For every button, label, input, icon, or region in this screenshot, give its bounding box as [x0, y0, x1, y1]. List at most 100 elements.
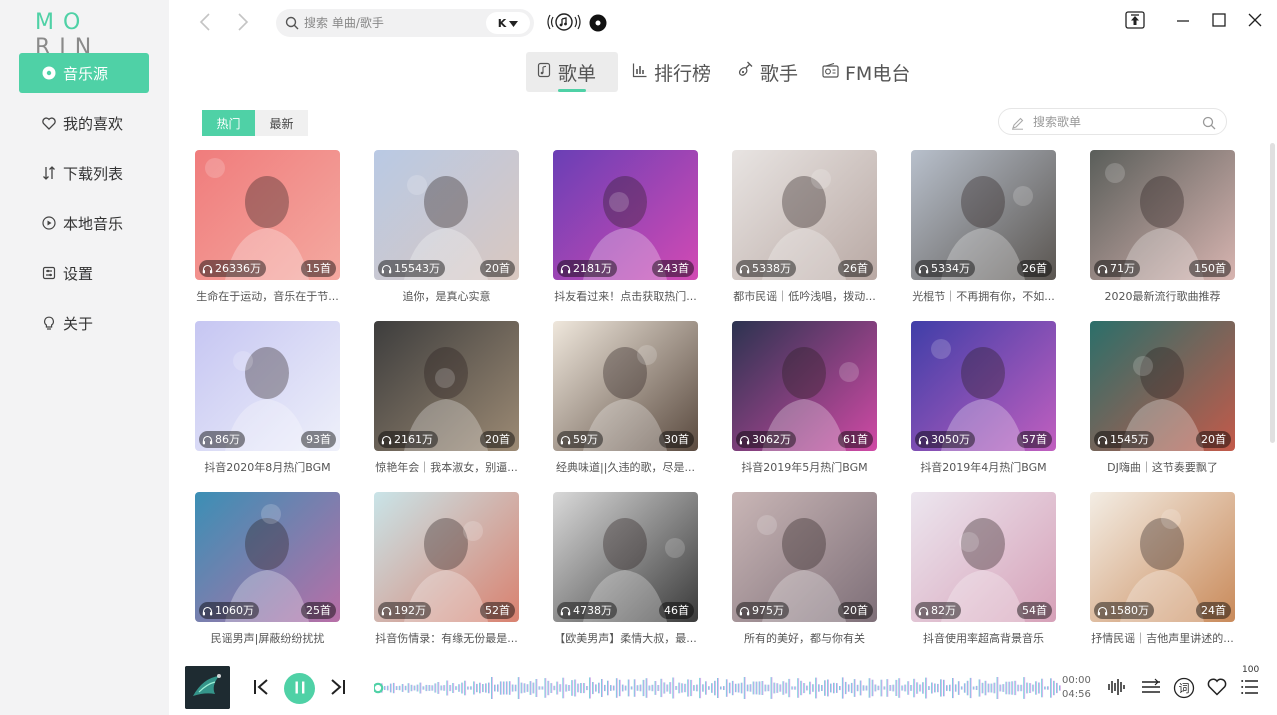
- playlist-card[interactable]: 82万 54首抖音使用率超高背景音乐: [911, 492, 1056, 646]
- play-count-badge: 1060万: [199, 602, 259, 619]
- track-count-badge: 25首: [301, 602, 336, 619]
- previous-track-icon[interactable]: [252, 678, 270, 700]
- playlist-card[interactable]: 2181万 243首抖友看过来！点击获取热门...: [553, 150, 698, 304]
- playlist-card[interactable]: 1545万 20首 DJ嗨曲｜这节奏要飘了: [1090, 321, 1235, 475]
- playlist-title[interactable]: 抖音伤情录：有缘无份最是...: [374, 630, 519, 646]
- playlist-card[interactable]: 5334万 26首光棍节｜不再拥有你，不如...: [911, 150, 1056, 304]
- playlist-title[interactable]: 2020最新流行歌曲推荐: [1090, 288, 1235, 304]
- search-input[interactable]: [304, 13, 474, 33]
- sidebar-item-favorites[interactable]: 我的喜欢: [19, 103, 149, 143]
- track-count-badge: 20首: [480, 260, 515, 277]
- playlist-card[interactable]: 1060万 25首民谣男声|屏蔽纷纷扰扰: [195, 492, 340, 646]
- tab-artists[interactable]: 歌手: [728, 52, 808, 92]
- playlist-queue-icon[interactable]: [1141, 678, 1161, 700]
- maximize-icon[interactable]: [1208, 9, 1230, 31]
- search-icon[interactable]: [1202, 115, 1216, 134]
- waveform-bar: [523, 683, 526, 693]
- volume-list-icon[interactable]: [1241, 678, 1259, 700]
- source-selector[interactable]: K: [486, 12, 530, 34]
- playlist-cover[interactable]: 5338万 26首: [732, 150, 877, 280]
- playlist-cover[interactable]: 71万 150首: [1090, 150, 1235, 280]
- waveform-bar: [940, 679, 942, 697]
- playlist-title[interactable]: 【欧美男声】柔情大叔，最...: [553, 630, 698, 646]
- playlist-cover[interactable]: 1580万 24首: [1090, 492, 1235, 622]
- track-count-badge: 243首: [652, 260, 694, 277]
- tab-playlists[interactable]: 歌单: [526, 52, 618, 92]
- equalizer-icon[interactable]: [1107, 678, 1127, 700]
- playlist-title[interactable]: 民谣男声|屏蔽纷纷扰扰: [195, 630, 340, 646]
- close-icon[interactable]: [1244, 9, 1266, 31]
- playlist-card[interactable]: 59万 30首经典味道||久违的歌，尽是...: [553, 321, 698, 475]
- waveform-bar: [815, 677, 818, 699]
- lyrics-icon[interactable]: 词: [1173, 677, 1195, 703]
- playlist-card[interactable]: 15543万 20首追你，是真心实意: [374, 150, 519, 304]
- filter-new-button[interactable]: 最新: [255, 110, 308, 136]
- playlist-card[interactable]: 1580万 24首抒情民谣｜吉他声里讲述的...: [1090, 492, 1235, 646]
- playlist-cover[interactable]: 1060万 25首: [195, 492, 340, 622]
- playlist-card[interactable]: 2161万 20首惊艳年会｜我本淑女，别逼...: [374, 321, 519, 475]
- playlist-cover[interactable]: 59万 30首: [553, 321, 698, 451]
- playlist-title[interactable]: 抖音2020年8月热门BGM: [195, 459, 340, 475]
- filter-hot-button[interactable]: 热门: [202, 110, 255, 136]
- playlist-cover[interactable]: 15543万 20首: [374, 150, 519, 280]
- playlist-cover[interactable]: 5334万 26首: [911, 150, 1056, 280]
- playlist-search-input[interactable]: [1033, 113, 1193, 131]
- record-icon[interactable]: [589, 14, 607, 36]
- pin-top-icon[interactable]: [1124, 9, 1146, 31]
- playlist-title[interactable]: 光棍节｜不再拥有你，不如...: [911, 288, 1056, 304]
- playlist-title[interactable]: 经典味道||久违的歌，尽是...: [553, 459, 698, 475]
- playlist-card[interactable]: 26336万 15首生命在于运动，音乐在于节...: [195, 150, 340, 304]
- playlist-title[interactable]: 抖友看过来！点击获取热门...: [553, 288, 698, 304]
- music-recognition-icon[interactable]: [547, 10, 581, 38]
- sidebar-item-downloads[interactable]: 下载列表: [19, 153, 149, 193]
- playlist-title[interactable]: 都市民谣｜低吟浅唱，拨动...: [732, 288, 877, 304]
- playlist-card[interactable]: 4738万 46首【欧美男声】柔情大叔，最...: [553, 492, 698, 646]
- forward-arrow-icon[interactable]: [230, 10, 254, 34]
- playlist-cover[interactable]: 82万 54首: [911, 492, 1056, 622]
- sidebar-item-local-music[interactable]: 本地音乐: [19, 203, 149, 243]
- playlist-cover[interactable]: 86万 93首: [195, 321, 340, 451]
- playlist-title[interactable]: 生命在于运动，音乐在于节...: [195, 288, 340, 304]
- playlist-title[interactable]: 惊艳年会｜我本淑女，别逼...: [374, 459, 519, 475]
- playlist-cover[interactable]: 975万 20首: [732, 492, 877, 622]
- playlist-card[interactable]: 5338万 26首都市民谣｜低吟浅唱，拨动...: [732, 150, 877, 304]
- minimize-icon[interactable]: [1172, 9, 1194, 31]
- back-arrow-icon[interactable]: [194, 10, 218, 34]
- heart-icon[interactable]: [1207, 678, 1227, 700]
- waveform-bar: [663, 682, 666, 694]
- next-track-icon[interactable]: [329, 678, 347, 700]
- playlist-title[interactable]: 追你，是真心实意: [374, 288, 519, 304]
- sidebar-item-music-source[interactable]: 音乐源: [19, 53, 149, 93]
- sidebar-item-about[interactable]: 关于: [19, 303, 149, 343]
- playlist-cover[interactable]: 2161万 20首: [374, 321, 519, 451]
- playlist-title[interactable]: 抖音2019年4月热门BGM: [911, 459, 1056, 475]
- pause-button[interactable]: [284, 673, 315, 704]
- now-playing-cover[interactable]: [185, 666, 230, 709]
- playlist-cover[interactable]: 2181万 243首: [553, 150, 698, 280]
- playlist-card[interactable]: 86万 93首抖音2020年8月热门BGM: [195, 321, 340, 475]
- playlist-card[interactable]: 3050万 57首抖音2019年4月热门BGM: [911, 321, 1056, 475]
- tab-charts[interactable]: 排行榜: [622, 52, 721, 92]
- scrollbar-thumb[interactable]: [1270, 143, 1275, 443]
- playlist-card[interactable]: 3062万 61首抖音2019年5月热门BGM: [732, 321, 877, 475]
- playlist-card[interactable]: 71万 150首 2020最新流行歌曲推荐: [1090, 150, 1235, 304]
- sidebar-item-settings[interactable]: 设置: [19, 253, 149, 293]
- playlist-title[interactable]: 所有的美好，都与你有关: [732, 630, 877, 646]
- playlist-cover[interactable]: 3050万 57首: [911, 321, 1056, 451]
- waveform-progress[interactable]: [374, 674, 1064, 702]
- playlist-title[interactable]: 抒情民谣｜吉他声里讲述的...: [1090, 630, 1235, 646]
- waveform-bar: [645, 678, 648, 698]
- playlist-cover[interactable]: 192万 52首: [374, 492, 519, 622]
- playlist-card[interactable]: 975万 20首所有的美好，都与你有关: [732, 492, 877, 646]
- playlist-title[interactable]: DJ嗨曲｜这节奏要飘了: [1090, 459, 1235, 475]
- playlist-cover[interactable]: 3062万 61首: [732, 321, 877, 451]
- progress-knob[interactable]: [374, 682, 384, 694]
- playlist-cover[interactable]: 1545万 20首: [1090, 321, 1235, 451]
- waveform-bar: [636, 685, 639, 691]
- playlist-cover[interactable]: 4738万 46首: [553, 492, 698, 622]
- playlist-card[interactable]: 192万 52首抖音伤情录：有缘无份最是...: [374, 492, 519, 646]
- tab-fm-radio[interactable]: FM电台: [812, 52, 920, 92]
- playlist-title[interactable]: 抖音使用率超高背景音乐: [911, 630, 1056, 646]
- playlist-cover[interactable]: 26336万 15首: [195, 150, 340, 280]
- playlist-title[interactable]: 抖音2019年5月热门BGM: [732, 459, 877, 475]
